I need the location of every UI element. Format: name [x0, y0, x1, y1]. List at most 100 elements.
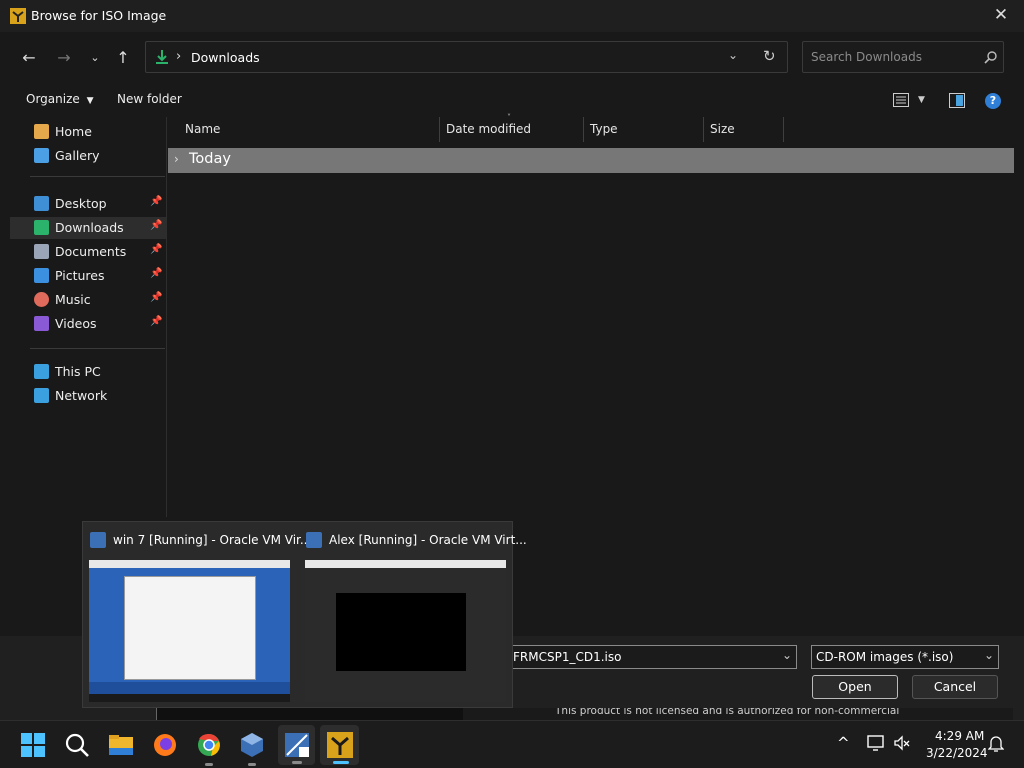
clock-date[interactable]: 3/22/2024 [926, 746, 988, 760]
file-type-value[interactable]: CD-ROM images (*.iso) [816, 650, 953, 664]
nav-item-label: This PC [55, 364, 101, 379]
preview-vm-screen [336, 593, 466, 671]
search-box[interactable] [802, 41, 1004, 73]
pin-icon[interactable]: 📌 [150, 292, 162, 303]
pin-icon[interactable]: 📌 [150, 196, 162, 207]
vm-app-icon[interactable] [324, 729, 356, 761]
nav-item-pictures[interactable]: Pictures 📌 [10, 265, 166, 287]
nav-item-gallery[interactable]: Gallery [10, 145, 166, 167]
help-icon[interactable]: ? [985, 93, 1001, 109]
forward-arrow-icon[interactable]: → [52, 46, 76, 70]
nav-item-label: Desktop [55, 196, 107, 211]
preview-setup-window [124, 576, 256, 680]
organize-label: Organize [26, 92, 80, 106]
search-input[interactable] [811, 49, 981, 65]
nav-item-network[interactable]: Network [10, 385, 166, 407]
nav-item-downloads[interactable]: Downloads 📌 [10, 217, 166, 239]
column-divider[interactable] [783, 117, 784, 142]
column-divider[interactable] [583, 117, 584, 142]
column-header-type[interactable]: Type [590, 122, 618, 136]
breadcrumb-downloads[interactable]: Downloads [191, 50, 260, 65]
column-divider[interactable] [703, 117, 704, 142]
network-status-icon[interactable] [867, 735, 885, 751]
volume-muted-icon[interactable] [893, 735, 911, 751]
file-name-combobox[interactable]: FRMCSP1_CD1.iso ⌄ [505, 645, 797, 669]
start-icon[interactable] [17, 729, 49, 761]
pin-icon[interactable]: 📌 [150, 220, 162, 231]
column-header-name[interactable]: Name [185, 122, 220, 136]
column-header-date-modified[interactable]: Date modified [446, 122, 531, 136]
navigation-pane: Home Gallery Desktop 📌 Downloads 📌 Docum… [10, 117, 166, 527]
thumbnail-title: Alex [Running] - Oracle VM Virt... [329, 533, 527, 547]
nav-item-label: Videos [55, 316, 97, 331]
close-icon[interactable]: ✕ [990, 4, 1012, 26]
file-type-select[interactable]: CD-ROM images (*.iso) ⌄ [811, 645, 999, 669]
back-arrow-icon[interactable]: ← [17, 46, 41, 70]
window-preview[interactable] [89, 560, 290, 702]
title-bar: Browse for ISO Image ✕ [0, 0, 1024, 32]
thumbnail-win7[interactable]: win 7 [Running] - Oracle VM Vir... [83, 522, 311, 707]
taskbar-thumbnail-popup: win 7 [Running] - Oracle VM Vir... Alex … [82, 521, 527, 708]
virtualbox-icon [90, 532, 106, 548]
nav-item-videos[interactable]: Videos 📌 [10, 313, 166, 335]
expand-chevron-icon[interactable]: › [174, 152, 179, 166]
notification-bell-icon[interactable] [988, 735, 1004, 753]
refresh-icon[interactable]: ↻ [763, 47, 776, 65]
gallery-icon [34, 148, 49, 163]
search-icon[interactable] [61, 729, 93, 761]
vm-app-icon [10, 8, 26, 24]
preview-pane-icon[interactable] [949, 93, 965, 108]
pin-icon[interactable]: 📌 [150, 316, 162, 327]
firefox-icon[interactable] [149, 729, 181, 761]
column-divider[interactable] [439, 117, 440, 142]
nav-item-label: Music [55, 292, 91, 307]
up-arrow-icon[interactable]: ↑ [111, 46, 135, 70]
network-icon [34, 388, 49, 403]
nav-item-label: Documents [55, 244, 127, 259]
show-hidden-icons-chevron-icon[interactable]: ^ [837, 734, 850, 752]
thumbnail-alex[interactable]: Alex [Running] - Oracle VM Virt... [299, 522, 527, 707]
pin-icon[interactable]: 📌 [150, 244, 162, 255]
sort-chevron-icon: ˅ [507, 113, 511, 122]
file-type-dropdown-chevron-icon[interactable]: ⌄ [984, 648, 994, 662]
address-bar[interactable]: › Downloads ⌄ ↻ [145, 41, 788, 73]
pane-splitter[interactable] [166, 117, 167, 517]
organize-button[interactable]: Organize ▼ [26, 92, 94, 106]
win7-vm-icon[interactable] [281, 729, 313, 761]
background-window-strip: This product is not licensed and is auth… [463, 708, 1013, 720]
active-indicator [333, 761, 349, 764]
nav-item-desktop[interactable]: Desktop 📌 [10, 193, 166, 215]
group-header-today[interactable]: › Today [168, 148, 1014, 173]
file-explorer-icon[interactable] [105, 729, 137, 761]
window-preview[interactable] [305, 560, 506, 702]
recent-locations-chevron-icon[interactable]: ⌄ [83, 46, 107, 70]
taskbar: ^ [0, 720, 1024, 768]
preview-titlebar [89, 560, 290, 568]
home-icon [34, 124, 49, 139]
videos-icon [34, 316, 49, 331]
nav-item-home[interactable]: Home [10, 121, 166, 143]
open-button[interactable]: Open [812, 675, 898, 699]
organize-chevron-icon: ▼ [86, 96, 94, 106]
group-label: Today [189, 151, 231, 167]
nav-item-documents[interactable]: Documents 📌 [10, 241, 166, 263]
pc-icon [34, 364, 49, 379]
file-name-value[interactable]: FRMCSP1_CD1.iso [513, 650, 621, 664]
cancel-button[interactable]: Cancel [912, 675, 998, 699]
chrome-icon[interactable] [193, 729, 225, 761]
nav-item-music[interactable]: Music 📌 [10, 289, 166, 311]
clock-time[interactable]: 4:29 AM [935, 729, 984, 743]
column-header-size[interactable]: Size [710, 122, 735, 136]
documents-icon [34, 244, 49, 259]
virtualbox-icon[interactable] [236, 729, 268, 761]
nav-item-this-pc[interactable]: This PC [10, 361, 166, 383]
view-list-icon[interactable] [893, 93, 909, 107]
view-options-chevron-icon[interactable]: ▼ [918, 95, 925, 105]
address-dropdown-chevron-icon[interactable]: ⌄ [728, 48, 738, 62]
pin-icon[interactable]: 📌 [150, 268, 162, 279]
nav-item-label: Home [55, 124, 92, 139]
file-name-dropdown-chevron-icon[interactable]: ⌄ [782, 648, 792, 662]
new-folder-button[interactable]: New folder [117, 92, 182, 106]
thumbnail-title: win 7 [Running] - Oracle VM Vir... [113, 533, 312, 547]
search-icon[interactable] [984, 51, 997, 64]
